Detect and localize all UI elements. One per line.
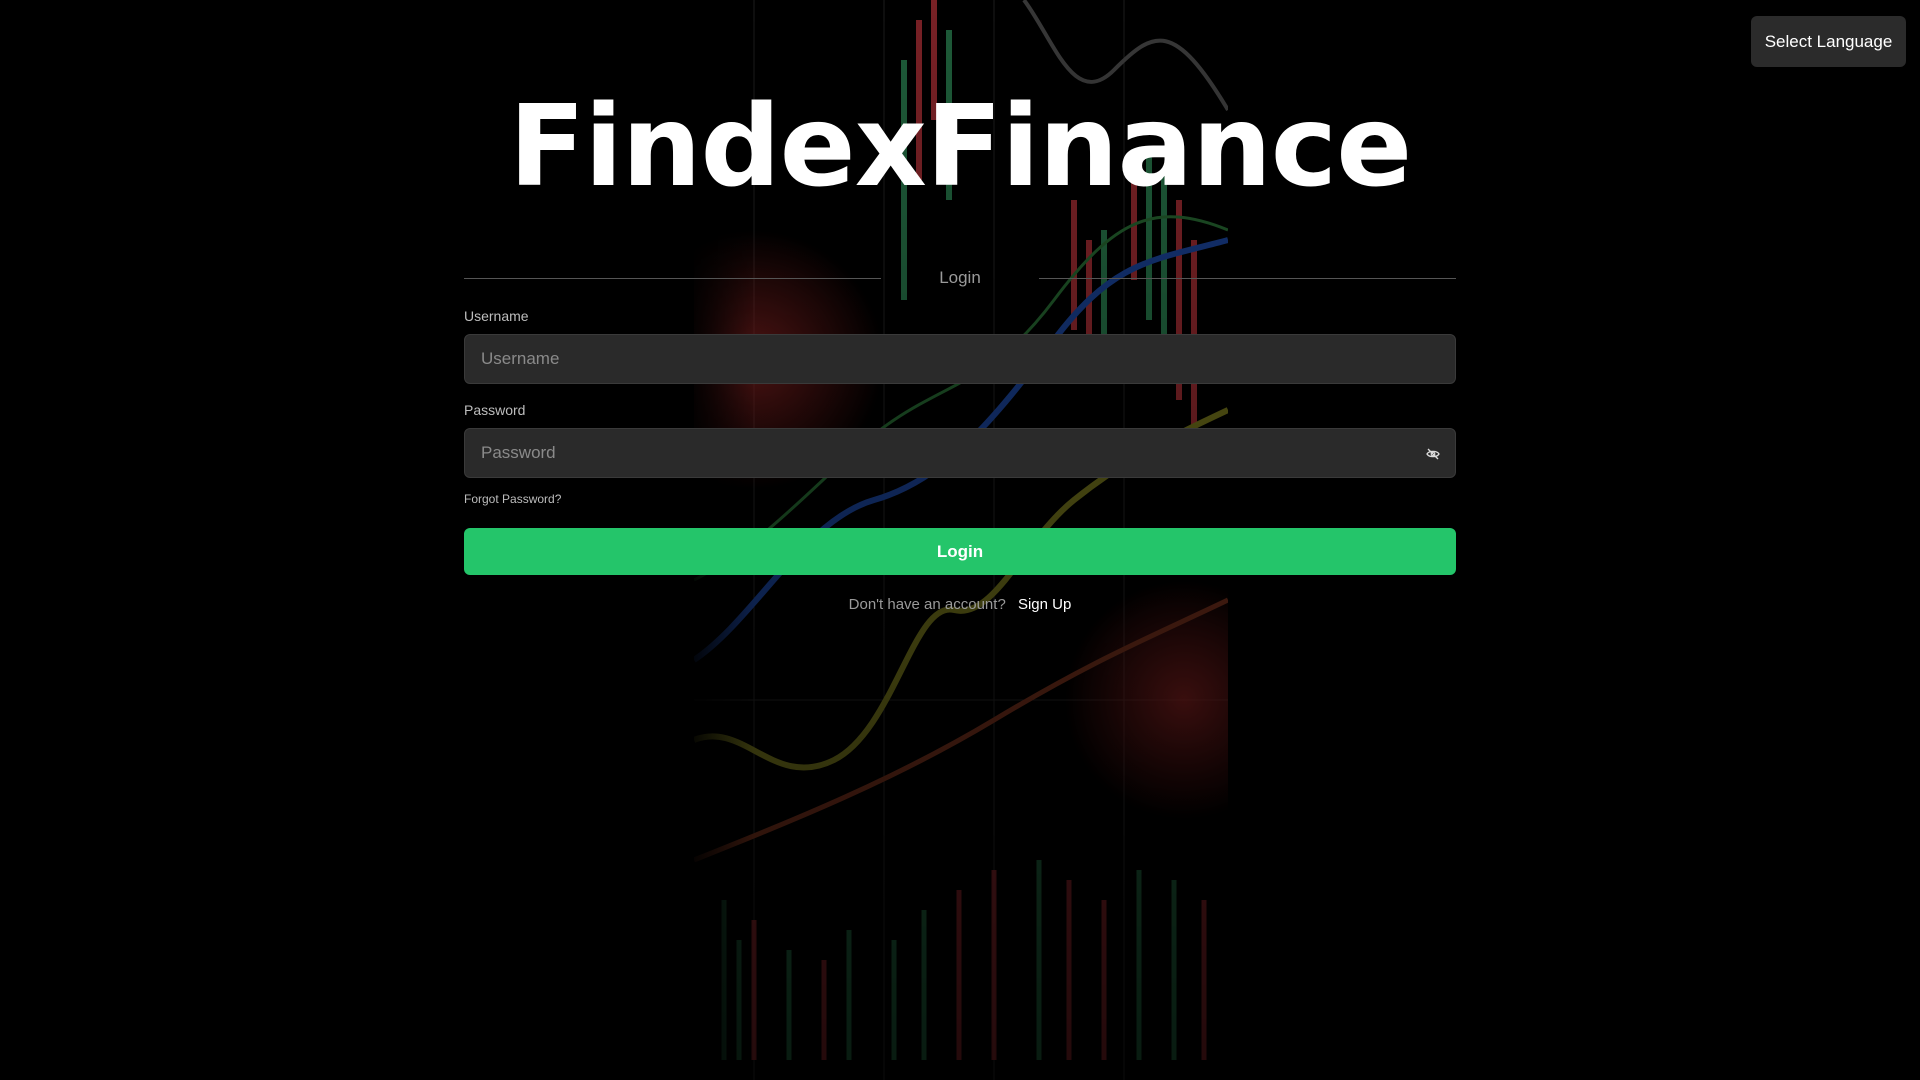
forgot-password-link[interactable]: Forgot Password? — [464, 492, 561, 506]
username-label: Username — [464, 308, 529, 324]
login-button[interactable]: Login — [464, 528, 1456, 575]
signup-link[interactable]: Sign Up — [1018, 596, 1071, 613]
login-page: Select Language FindexFinance Login User… — [0, 0, 1920, 1080]
login-form: Login Username Password Forgot Password?… — [464, 260, 1456, 613]
password-label: Password — [464, 402, 526, 418]
divider-line-right — [1039, 278, 1456, 279]
password-input[interactable] — [465, 429, 1455, 477]
username-input[interactable] — [465, 335, 1455, 383]
password-field-container — [464, 428, 1456, 478]
signup-row: Don't have an account? Sign Up — [464, 596, 1456, 613]
username-field-container — [464, 334, 1456, 384]
eye-slash-icon[interactable] — [1425, 446, 1441, 462]
select-language-button[interactable]: Select Language — [1751, 16, 1906, 67]
section-divider: Login — [464, 260, 1456, 298]
brand-logo: FindexFinance — [508, 82, 1412, 212]
signup-prompt: Don't have an account? — [848, 596, 1006, 613]
